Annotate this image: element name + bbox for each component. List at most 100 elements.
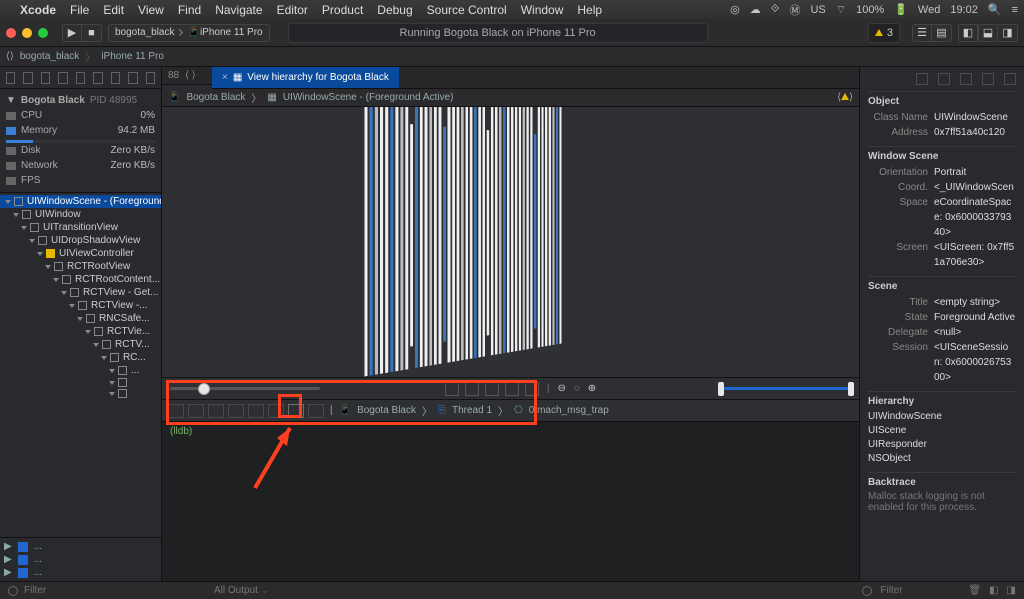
console-filter-icon[interactable] xyxy=(862,586,872,596)
console-filter-input[interactable] xyxy=(880,585,960,596)
split-right-icon[interactable]: ◨ xyxy=(1007,585,1016,596)
step-over-button[interactable] xyxy=(208,404,224,418)
debug-console[interactable]: (lldb) xyxy=(162,421,859,581)
cube-icon: ▦ xyxy=(233,72,242,83)
tree-row[interactable]: RNCSafe... xyxy=(0,312,161,325)
status-icon: ◎ xyxy=(730,3,740,16)
stop-button[interactable]: ■ xyxy=(82,24,102,42)
inspector-selector[interactable] xyxy=(868,73,1016,85)
view-hierarchy-canvas[interactable] xyxy=(162,107,859,377)
tree-row[interactable] xyxy=(0,377,161,388)
navigator-panel: ▼Bogota Black PID 48995 CPU0% Memory94.2… xyxy=(0,67,162,581)
menu-view[interactable]: View xyxy=(138,3,164,17)
issues-badge[interactable]: 3 xyxy=(868,23,900,43)
menu-source-control[interactable]: Source Control xyxy=(427,3,507,17)
editor-jump-bar[interactable]: 📱Bogota Black〉 ▦UIWindowScene - (Foregro… xyxy=(162,89,859,107)
trash-icon[interactable]: 🗑 xyxy=(968,585,981,596)
jump-bar[interactable]: ⟨⟩ bogota_black〉 iPhone 11 Pro xyxy=(0,47,1024,67)
debug-view-button[interactable] xyxy=(268,404,284,418)
menu-window[interactable]: Window xyxy=(521,3,564,17)
tree-row[interactable]: ... xyxy=(0,364,161,377)
spotlight-icon[interactable]: 🔍 xyxy=(988,3,1002,16)
tree-row[interactable]: UIDropShadowView xyxy=(0,234,161,247)
section-window-scene: Window Scene xyxy=(868,146,1016,162)
related-items-icon[interactable]: 88 xyxy=(168,70,179,81)
spacing-slider[interactable] xyxy=(170,387,320,390)
tree-row[interactable]: UIWindowScene - (Foreground... xyxy=(0,195,161,208)
tree-row[interactable]: UITransitionView xyxy=(0,221,161,234)
tree-row[interactable] xyxy=(0,388,161,399)
nav-filter-input[interactable] xyxy=(24,585,104,596)
input-lang[interactable]: US xyxy=(810,4,825,16)
filter-icon[interactable] xyxy=(8,586,18,596)
mode-icon[interactable] xyxy=(505,382,519,396)
hierarchy-list: UIWindowScene UIScene UIResponder NSObje… xyxy=(868,410,1016,466)
status-icon: ⟐ xyxy=(771,3,780,16)
simulate-button[interactable] xyxy=(308,404,324,418)
tree-row[interactable]: RCTV... xyxy=(0,338,161,351)
menu-navigate[interactable]: Navigate xyxy=(215,3,262,17)
tree-row[interactable]: UIWindow xyxy=(0,208,161,221)
notif-icon[interactable]: ≡ xyxy=(1012,4,1018,16)
zoom-in-icon[interactable]: ⊕ xyxy=(588,383,596,394)
step-out-button[interactable] xyxy=(248,404,264,418)
class-name: UIWindowScene xyxy=(934,110,1016,125)
tree-row[interactable]: RCTView - Get... xyxy=(0,286,161,299)
grid-icon[interactable] xyxy=(525,382,539,396)
debug-frame[interactable]: 0 mach_msg_trap xyxy=(529,405,609,416)
toggle-breakpoints-button[interactable] xyxy=(168,404,184,418)
zoom-out-icon[interactable]: ⊖ xyxy=(557,383,565,394)
tree-row[interactable]: RCTRootView xyxy=(0,260,161,273)
navigator-selector[interactable] xyxy=(0,67,161,89)
orient-icon[interactable] xyxy=(485,382,499,396)
add-editor-btn[interactable]: ▤ xyxy=(932,24,952,42)
menu-debug[interactable]: Debug xyxy=(377,3,412,17)
constraints-icon[interactable] xyxy=(465,382,479,396)
debug-proc[interactable]: Bogota Black xyxy=(357,405,416,416)
menu-find[interactable]: Find xyxy=(178,3,201,17)
close-icon[interactable]: × xyxy=(222,72,228,83)
battery-icon: 🔋 xyxy=(894,3,908,16)
menu-help[interactable]: Help xyxy=(577,3,602,17)
run-button[interactable]: ▶ xyxy=(62,24,82,42)
memory-graph-button[interactable] xyxy=(288,404,304,418)
tree-row[interactable]: RCTVie... xyxy=(0,325,161,338)
step-in-button[interactable] xyxy=(228,404,244,418)
debug-gauges: ▼Bogota Black PID 48995 CPU0% Memory94.2… xyxy=(0,89,161,193)
tree-row[interactable]: UIViewController xyxy=(0,247,161,260)
wifi-icon[interactable]: ⌔ xyxy=(836,3,846,17)
menu-editor[interactable]: Editor xyxy=(277,3,308,17)
window-traffic-lights[interactable] xyxy=(6,28,48,38)
toggle-bottom-panel[interactable]: ⬓ xyxy=(978,24,998,42)
backtrace-msg: Malloc stack logging is not enabled for … xyxy=(868,491,1016,513)
editor-layout-btn[interactable]: ☰ xyxy=(912,24,932,42)
continue-button[interactable] xyxy=(188,404,204,418)
split-left-icon[interactable]: ◧ xyxy=(989,585,998,596)
app-name[interactable]: Xcode xyxy=(20,3,56,17)
scheme-selector[interactable]: bogota_black 📱 iPhone 11 Pro xyxy=(108,24,270,42)
menu-edit[interactable]: Edit xyxy=(103,3,124,17)
depth-range[interactable] xyxy=(721,387,851,390)
address: 0x7ff51a40c120 xyxy=(934,125,1016,140)
clip-icon[interactable] xyxy=(445,382,459,396)
view-hierarchy-tree[interactable]: UIWindowScene - (Foreground...UIWindowUI… xyxy=(0,193,161,401)
process-name: Bogota Black xyxy=(21,95,85,106)
device-icon: 📱 xyxy=(188,27,200,38)
menu-file[interactable]: File xyxy=(70,3,89,17)
tree-row[interactable]: RC... xyxy=(0,351,161,364)
tree-row[interactable]: RCTRootContent... xyxy=(0,273,161,286)
breakpoint-area[interactable]: ▶... ▶... ▶... xyxy=(0,537,161,581)
debug-thread[interactable]: Thread 1 xyxy=(452,405,492,416)
lldb-prompt: (lldb) xyxy=(170,426,192,437)
zoom-reset-icon[interactable]: ◌ xyxy=(574,383,580,394)
inspector-panel: Object Class NameUIWindowScene Address0x… xyxy=(859,67,1024,581)
output-selector[interactable]: All Output ⌄ xyxy=(214,585,269,596)
day: Wed xyxy=(918,4,940,16)
menu-product[interactable]: Product xyxy=(322,3,363,17)
section-object: Object xyxy=(868,91,1016,107)
status-icon: ☁ xyxy=(750,3,761,16)
toggle-right-panel[interactable]: ◨ xyxy=(998,24,1018,42)
toggle-left-panel[interactable]: ◧ xyxy=(958,24,978,42)
tree-row[interactable]: RCTView -... xyxy=(0,299,161,312)
tab-view-hierarchy[interactable]: × ▦ View hierarchy for Bogota Black xyxy=(212,67,399,88)
